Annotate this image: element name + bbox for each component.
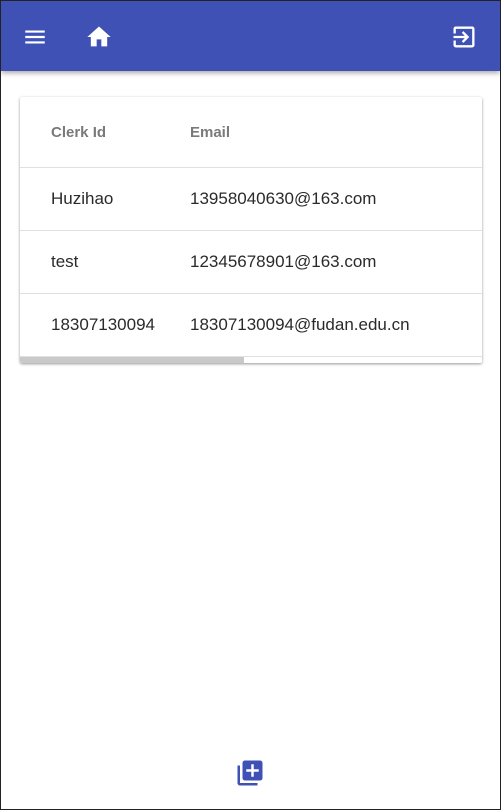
clerk-table-card: Clerk Id Email Huzihao 13958040630@163.c… [20, 97, 482, 363]
library-add-icon [237, 760, 263, 786]
table-row[interactable]: 18307130094 18307130094@fudan.edu.cn [20, 293, 482, 357]
logout-button[interactable] [444, 17, 484, 57]
cell-email: 13958040630@163.com [190, 167, 482, 231]
column-header-email[interactable]: Email [190, 97, 482, 168]
table-row[interactable]: test 12345678901@163.com [20, 230, 482, 294]
scrollbar-thumb[interactable] [20, 357, 244, 363]
home-icon [87, 26, 111, 47]
app-window: Clerk Id Email Huzihao 13958040630@163.c… [0, 0, 501, 810]
menu-icon [25, 30, 45, 44]
table-row[interactable]: Huzihao 13958040630@163.com [20, 167, 482, 231]
cell-email: 18307130094@fudan.edu.cn [190, 293, 482, 357]
cell-clerk-id: Huzihao [20, 167, 190, 231]
clerk-table: Clerk Id Email Huzihao 13958040630@163.c… [20, 97, 482, 357]
table-header-row: Clerk Id Email [20, 97, 482, 168]
column-header-clerk-id[interactable]: Clerk Id [20, 97, 190, 168]
cell-clerk-id: 18307130094 [20, 293, 190, 357]
cell-clerk-id: test [20, 230, 190, 294]
home-button[interactable] [79, 17, 119, 57]
add-clerk-button[interactable] [230, 753, 270, 793]
horizontal-scrollbar[interactable] [20, 357, 482, 363]
cell-email: 12345678901@163.com [190, 230, 482, 294]
exit-to-app-icon [453, 26, 475, 48]
menu-button[interactable] [15, 17, 55, 57]
app-bar [1, 1, 500, 71]
